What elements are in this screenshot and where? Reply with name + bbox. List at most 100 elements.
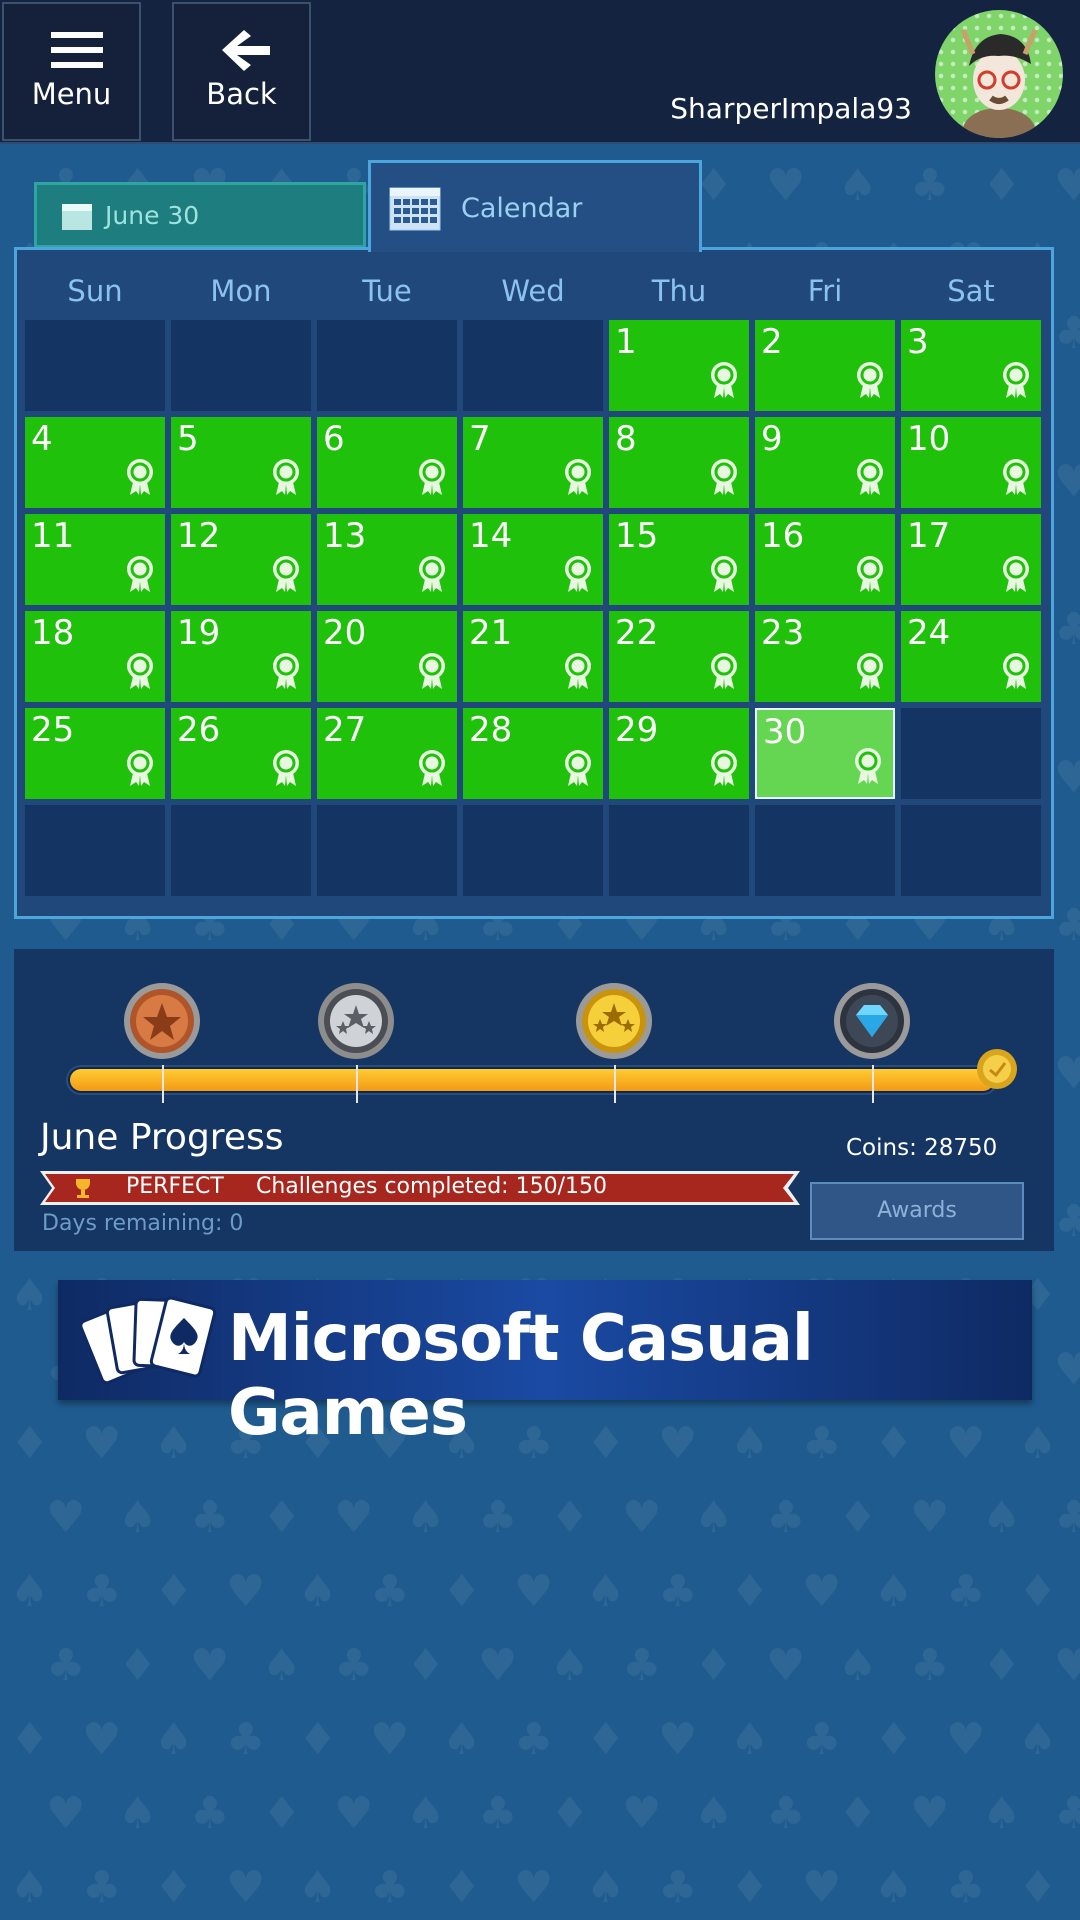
day-number: 18 [31, 613, 75, 653]
award-ribbon-icon [1001, 458, 1031, 500]
calendar-empty-cell [25, 320, 165, 411]
weekday-header: Thu [651, 274, 707, 308]
award-ribbon-icon [855, 652, 885, 694]
calendar-day-5[interactable]: 5 [171, 417, 311, 508]
calendar-day-19[interactable]: 19 [171, 611, 311, 702]
challenges-completed: Challenges completed: 150/150 [256, 1174, 607, 1199]
calendar-day-1[interactable]: 1 [609, 320, 749, 411]
award-ribbon-icon [125, 749, 155, 791]
award-ribbon-icon [563, 749, 593, 791]
calendar-day-28[interactable]: 28 [463, 708, 603, 799]
silver-medal-icon [316, 981, 396, 1061]
username: SharperImpala93 [670, 92, 912, 125]
calendar-day-2[interactable]: 2 [755, 320, 895, 411]
hamburger-icon [4, 26, 139, 76]
calendar-panel: Sun Mon Tue Wed Thu Fri Sat 1 2 3 4 5 6 7 8 9 10 11 12 13 14… [14, 247, 1054, 919]
award-ribbon-icon [709, 749, 739, 791]
calendar-day-21[interactable]: 21 [463, 611, 603, 702]
calendar-day-30[interactable]: 30 [755, 708, 895, 799]
award-ribbon-icon [417, 555, 447, 597]
calendar-day-13[interactable]: 13 [317, 514, 457, 605]
tab-date[interactable]: June 30 [34, 182, 366, 248]
day-number: 23 [761, 613, 805, 653]
calendar-day-6[interactable]: 6 [317, 417, 457, 508]
weekday-header: Mon [210, 274, 272, 308]
weekday-header: Wed [501, 274, 565, 308]
day-number: 27 [323, 710, 367, 750]
calendar-day-22[interactable]: 22 [609, 611, 749, 702]
progress-panel: June Progress PERFECT Challenges complet… [14, 949, 1054, 1251]
weekday-header: Tue [362, 274, 412, 308]
calendar-day-7[interactable]: 7 [463, 417, 603, 508]
weekday-header: Sun [67, 274, 123, 308]
calendar-day-16[interactable]: 16 [755, 514, 895, 605]
calendar-day-11[interactable]: 11 [25, 514, 165, 605]
award-ribbon-icon [417, 458, 447, 500]
award-ribbon-icon [417, 749, 447, 791]
award-ribbon-icon [563, 652, 593, 694]
award-ribbon-icon [1001, 555, 1031, 597]
award-ribbon-icon [853, 747, 883, 789]
award-ribbon-icon [1001, 652, 1031, 694]
calendar-day-10[interactable]: 10 [901, 417, 1041, 508]
calendar-grid-icon [389, 187, 441, 235]
weekday-header: Sat [947, 274, 995, 308]
back-button[interactable]: Back [172, 2, 311, 141]
calendar-day-18[interactable]: 18 [25, 611, 165, 702]
menu-button[interactable]: Menu [2, 2, 141, 141]
day-number: 5 [177, 419, 199, 459]
calendar-empty-cell [171, 320, 311, 411]
day-number: 26 [177, 710, 221, 750]
award-ribbon-icon [271, 652, 301, 694]
award-ribbon-icon [709, 458, 739, 500]
calendar-empty-cell [755, 805, 895, 896]
calendar-day-8[interactable]: 8 [609, 417, 749, 508]
award-ribbon-icon [563, 458, 593, 500]
calendar-empty-cell [317, 805, 457, 896]
award-ribbon-icon [125, 555, 155, 597]
day-number: 17 [907, 516, 951, 556]
awards-button[interactable]: Awards [810, 1182, 1024, 1240]
calendar-day-4[interactable]: 4 [25, 417, 165, 508]
calendar-day-27[interactable]: 27 [317, 708, 457, 799]
day-number: 3 [907, 322, 929, 362]
calendar-day-9[interactable]: 9 [755, 417, 895, 508]
playing-cards-icon [79, 1292, 220, 1392]
award-ribbon-icon [709, 361, 739, 403]
calendar-page-icon [61, 203, 93, 235]
progress-bar-fill [70, 1069, 994, 1091]
tab-calendar[interactable]: Calendar [368, 160, 702, 252]
day-number: 12 [177, 516, 221, 556]
award-ribbon-icon [1001, 361, 1031, 403]
calendar-day-3[interactable]: 3 [901, 320, 1041, 411]
day-number: 8 [615, 419, 637, 459]
tab-calendar-label: Calendar [461, 193, 583, 224]
ad-banner-text: Microsoft Casual Games [228, 1302, 814, 1450]
calendar-day-14[interactable]: 14 [463, 514, 603, 605]
avatar[interactable] [935, 10, 1063, 138]
weekday-header: Fri [807, 274, 843, 308]
calendar-day-17[interactable]: 17 [901, 514, 1041, 605]
calendar-day-12[interactable]: 12 [171, 514, 311, 605]
ad-banner[interactable]: Microsoft Casual Games [58, 1280, 1032, 1450]
award-ribbon-icon [271, 749, 301, 791]
day-number: 28 [469, 710, 513, 750]
award-ribbon-icon [855, 555, 885, 597]
calendar-day-29[interactable]: 29 [609, 708, 749, 799]
calendar-day-24[interactable]: 24 [901, 611, 1041, 702]
day-number: 4 [31, 419, 53, 459]
day-number: 1 [615, 322, 637, 362]
calendar-day-20[interactable]: 20 [317, 611, 457, 702]
calendar-empty-cell [25, 805, 165, 896]
calendar-day-23[interactable]: 23 [755, 611, 895, 702]
calendar-empty-cell [463, 320, 603, 411]
day-number: 24 [907, 613, 951, 653]
day-number: 11 [31, 516, 75, 556]
award-ribbon-icon [855, 458, 885, 500]
award-ribbon-icon [709, 555, 739, 597]
calendar-day-15[interactable]: 15 [609, 514, 749, 605]
coin-icon [976, 1048, 1018, 1090]
calendar-day-26[interactable]: 26 [171, 708, 311, 799]
calendar-day-25[interactable]: 25 [25, 708, 165, 799]
day-number: 14 [469, 516, 513, 556]
